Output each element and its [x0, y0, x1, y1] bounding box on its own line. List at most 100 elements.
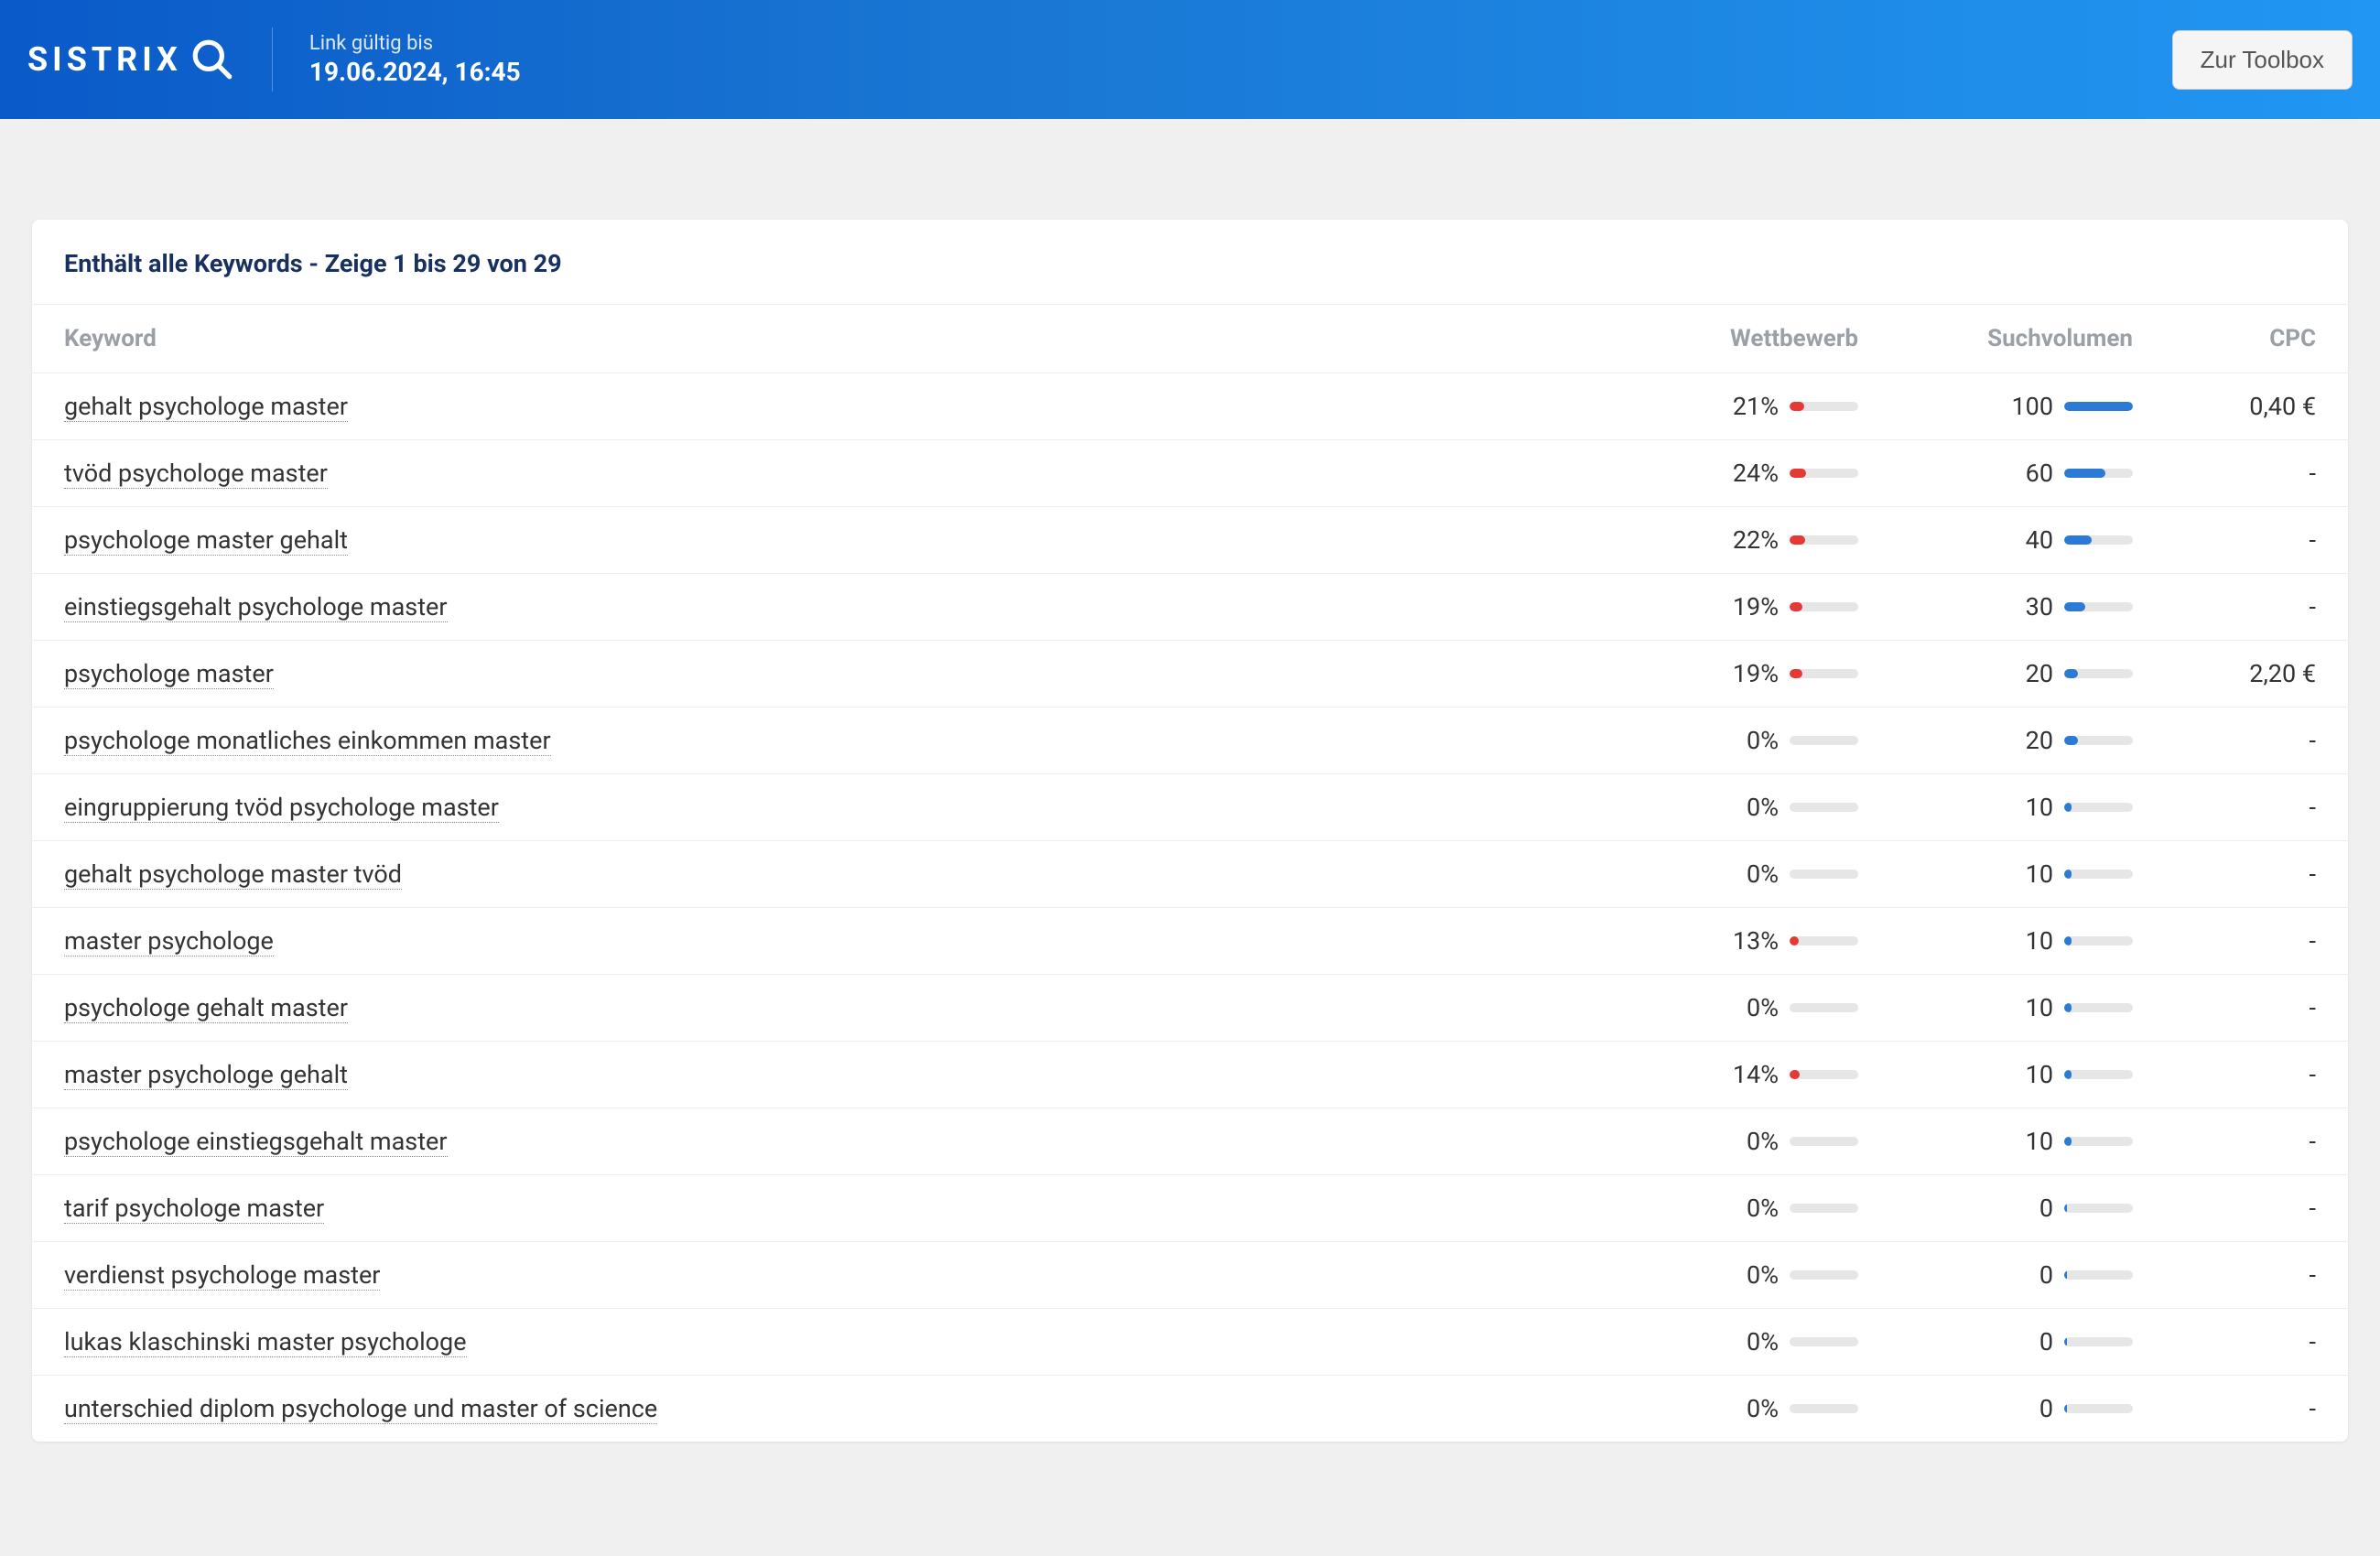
keyword-link[interactable]: eingruppierung tvöd psychologe master — [64, 793, 499, 823]
column-header-competition[interactable]: Wettbewerb — [1634, 305, 1890, 373]
column-header-cpc[interactable]: CPC — [2165, 305, 2348, 373]
competition-cell: 21% — [1634, 373, 1890, 440]
volume-value: 40 — [2026, 525, 2053, 555]
keyword-link[interactable]: verdienst psychologe master — [64, 1260, 380, 1291]
brand-name: SISTRIX — [27, 40, 182, 79]
volume-value: 60 — [2026, 459, 2053, 488]
keyword-cell: psychologe einstiegsgehalt master — [32, 1108, 1634, 1175]
volume-bar — [2064, 1270, 2133, 1280]
volume-bar — [2064, 669, 2133, 678]
keyword-cell: master psychologe — [32, 908, 1634, 975]
competition-cell: 0% — [1634, 774, 1890, 841]
volume-cell: 0 — [1890, 1242, 2165, 1309]
competition-value: 24% — [1733, 459, 1779, 488]
column-header-volume[interactable]: Suchvolumen — [1890, 305, 2165, 373]
volume-bar — [2064, 1070, 2133, 1079]
keyword-link[interactable]: master psychologe gehalt — [64, 1060, 348, 1090]
competition-bar — [1790, 870, 1858, 879]
vertical-divider — [272, 27, 273, 92]
keyword-link[interactable]: master psychologe — [64, 926, 274, 956]
cpc-cell: - — [2165, 841, 2348, 908]
table-row: verdienst psychologe master0%0- — [32, 1242, 2348, 1309]
table-row: master psychologe13%10- — [32, 908, 2348, 975]
competition-value: 0% — [1747, 1194, 1779, 1223]
table-row: psychologe master gehalt22%40- — [32, 507, 2348, 574]
competition-value: 0% — [1747, 1327, 1779, 1356]
volume-bar — [2064, 1404, 2133, 1413]
cpc-cell: - — [2165, 1376, 2348, 1443]
keyword-link[interactable]: einstiegsgehalt psychologe master — [64, 592, 448, 622]
table-row: tarif psychologe master0%0- — [32, 1175, 2348, 1242]
header-bar: SISTRIX Link gültig bis 19.06.2024, 16:4… — [0, 0, 2380, 119]
competition-cell: 14% — [1634, 1042, 1890, 1108]
competition-value: 0% — [1747, 793, 1779, 822]
cpc-cell: 0,40 € — [2165, 373, 2348, 440]
keyword-cell: gehalt psychologe master tvöd — [32, 841, 1634, 908]
keyword-cell: psychologe monatliches einkommen master — [32, 708, 1634, 774]
keyword-link[interactable]: gehalt psychologe master tvöd — [64, 859, 402, 890]
competition-value: 14% — [1733, 1060, 1779, 1089]
volume-cell: 10 — [1890, 1108, 2165, 1175]
table-row: master psychologe gehalt14%10- — [32, 1042, 2348, 1108]
keyword-link[interactable]: tarif psychologe master — [64, 1194, 324, 1224]
keyword-link[interactable]: psychologe gehalt master — [64, 993, 348, 1023]
volume-bar — [2064, 736, 2133, 745]
brand-logo[interactable]: SISTRIX — [27, 37, 235, 82]
keyword-cell: psychologe master — [32, 641, 1634, 708]
keyword-cell: tarif psychologe master — [32, 1175, 1634, 1242]
cpc-cell: - — [2165, 975, 2348, 1042]
competition-bar — [1790, 535, 1858, 545]
keyword-link[interactable]: lukas klaschinski master psychologe — [64, 1327, 467, 1357]
competition-cell: 0% — [1634, 1108, 1890, 1175]
volume-bar — [2064, 1003, 2133, 1012]
table-row: gehalt psychologe master tvöd 0% 10 - — [32, 841, 2348, 908]
keyword-cell: master psychologe gehalt — [32, 1042, 1634, 1108]
keyword-link[interactable]: psychologe master gehalt — [64, 525, 348, 556]
volume-bar — [2064, 870, 2133, 879]
toolbox-button[interactable]: Zur Toolbox — [2172, 30, 2353, 90]
table-row: psychologe einstiegsgehalt master0%10- — [32, 1108, 2348, 1175]
keyword-link[interactable]: gehalt psychologe master — [64, 392, 348, 422]
column-header-keyword[interactable]: Keyword — [32, 305, 1634, 373]
competition-bar — [1790, 1070, 1858, 1079]
competition-bar — [1790, 1404, 1858, 1413]
competition-value: 21% — [1733, 392, 1779, 421]
volume-value: 20 — [2026, 726, 2053, 755]
volume-cell: 30 — [1890, 574, 2165, 641]
competition-value: 22% — [1733, 525, 1779, 555]
competition-cell: 0% — [1634, 1175, 1890, 1242]
keyword-link[interactable]: tvöd psychologe master — [64, 459, 328, 489]
volume-value: 10 — [2026, 793, 2053, 822]
keyword-cell: eingruppierung tvöd psychologe master — [32, 774, 1634, 841]
volume-cell: 100 — [1890, 373, 2165, 440]
keyword-link[interactable]: unterschied diplom psychologe und master… — [64, 1394, 657, 1424]
volume-cell: 10 — [1890, 908, 2165, 975]
competition-value: 19% — [1733, 659, 1779, 688]
competition-value: 0% — [1747, 1260, 1779, 1290]
search-icon — [189, 37, 235, 82]
volume-cell: 10 — [1890, 1042, 2165, 1108]
link-validity-value: 19.06.2024, 16:45 — [309, 57, 521, 87]
keyword-link[interactable]: psychologe master — [64, 659, 274, 689]
competition-bar — [1790, 1337, 1858, 1346]
volume-cell: 0 — [1890, 1376, 2165, 1443]
cpc-cell: - — [2165, 708, 2348, 774]
competition-value: 0% — [1747, 726, 1779, 755]
keyword-cell: einstiegsgehalt psychologe master — [32, 574, 1634, 641]
competition-value: 0% — [1747, 1127, 1779, 1156]
cpc-cell: - — [2165, 1309, 2348, 1376]
volume-bar — [2064, 936, 2133, 945]
keyword-link[interactable]: psychologe monatliches einkommen master — [64, 726, 551, 756]
competition-bar — [1790, 602, 1858, 611]
keyword-cell: tvöd psychologe master — [32, 440, 1634, 507]
competition-cell: 24% — [1634, 440, 1890, 507]
volume-value: 10 — [2026, 859, 2053, 889]
keyword-link[interactable]: psychologe einstiegsgehalt master — [64, 1127, 448, 1157]
volume-bar — [2064, 1137, 2133, 1146]
volume-cell: 40 — [1890, 507, 2165, 574]
competition-cell: 0% — [1634, 708, 1890, 774]
table-row: lukas klaschinski master psychologe0%0- — [32, 1309, 2348, 1376]
keyword-cell: psychologe master gehalt — [32, 507, 1634, 574]
competition-cell: 0% — [1634, 841, 1890, 908]
competition-cell: 19% — [1634, 641, 1890, 708]
